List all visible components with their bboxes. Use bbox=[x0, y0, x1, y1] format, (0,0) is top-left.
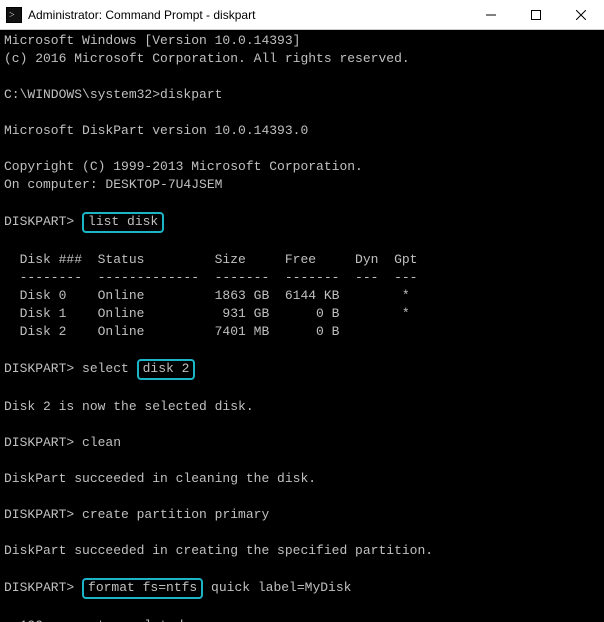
titlebar[interactable]: > Administrator: Command Prompt - diskpa… bbox=[0, 0, 604, 30]
diskpart-prompt: DISKPART> bbox=[4, 361, 82, 376]
cmd-icon: > bbox=[6, 7, 22, 23]
table-header: Disk ### Status Size Free Dyn Gpt bbox=[4, 252, 417, 267]
diskpart-prompt: DISKPART> bbox=[4, 435, 82, 450]
command-text: diskpart bbox=[160, 87, 222, 102]
command-text: quick label=MyDisk bbox=[203, 580, 351, 595]
command-text: select bbox=[82, 361, 137, 376]
table-row: Disk 1 Online 931 GB 0 B * bbox=[4, 306, 410, 321]
highlight-list-disk: list disk bbox=[82, 212, 164, 233]
minimize-button[interactable] bbox=[468, 0, 513, 29]
prompt-path: C:\WINDOWS\system32> bbox=[4, 87, 160, 102]
cmd-window: > Administrator: Command Prompt - diskpa… bbox=[0, 0, 604, 622]
text-line: Disk 2 is now the selected disk. bbox=[4, 399, 254, 414]
text-line: DiskPart succeeded in cleaning the disk. bbox=[4, 471, 316, 486]
command-text: clean bbox=[82, 435, 121, 450]
table-row: Disk 0 Online 1863 GB 6144 KB * bbox=[4, 288, 410, 303]
table-row: Disk 2 Online 7401 MB 0 B bbox=[4, 324, 339, 339]
close-button[interactable] bbox=[558, 0, 604, 29]
text-line: 100 percent completed bbox=[4, 618, 183, 622]
window-title: Administrator: Command Prompt - diskpart bbox=[28, 8, 468, 22]
svg-text:>: > bbox=[9, 10, 15, 21]
text-line: Copyright (C) 1999-2013 Microsoft Corpor… bbox=[4, 159, 363, 174]
window-controls bbox=[468, 0, 604, 29]
maximize-button[interactable] bbox=[513, 0, 558, 29]
text-line: Microsoft Windows [Version 10.0.14393] bbox=[4, 33, 300, 48]
highlight-disk-2: disk 2 bbox=[137, 359, 196, 380]
diskpart-prompt: DISKPART> bbox=[4, 214, 82, 229]
text-line: On computer: DESKTOP-7U4JSEM bbox=[4, 177, 222, 192]
terminal-output[interactable]: Microsoft Windows [Version 10.0.14393] (… bbox=[0, 30, 604, 622]
diskpart-prompt: DISKPART> bbox=[4, 580, 82, 595]
text-line: Microsoft DiskPart version 10.0.14393.0 bbox=[4, 123, 308, 138]
text-line: DiskPart succeeded in creating the speci… bbox=[4, 543, 433, 558]
highlight-format: format fs=ntfs bbox=[82, 578, 203, 599]
table-divider: -------- ------------- ------- ------- -… bbox=[4, 270, 417, 285]
command-text: create partition primary bbox=[82, 507, 269, 522]
diskpart-prompt: DISKPART> bbox=[4, 507, 82, 522]
text-line: (c) 2016 Microsoft Corporation. All righ… bbox=[4, 51, 410, 66]
